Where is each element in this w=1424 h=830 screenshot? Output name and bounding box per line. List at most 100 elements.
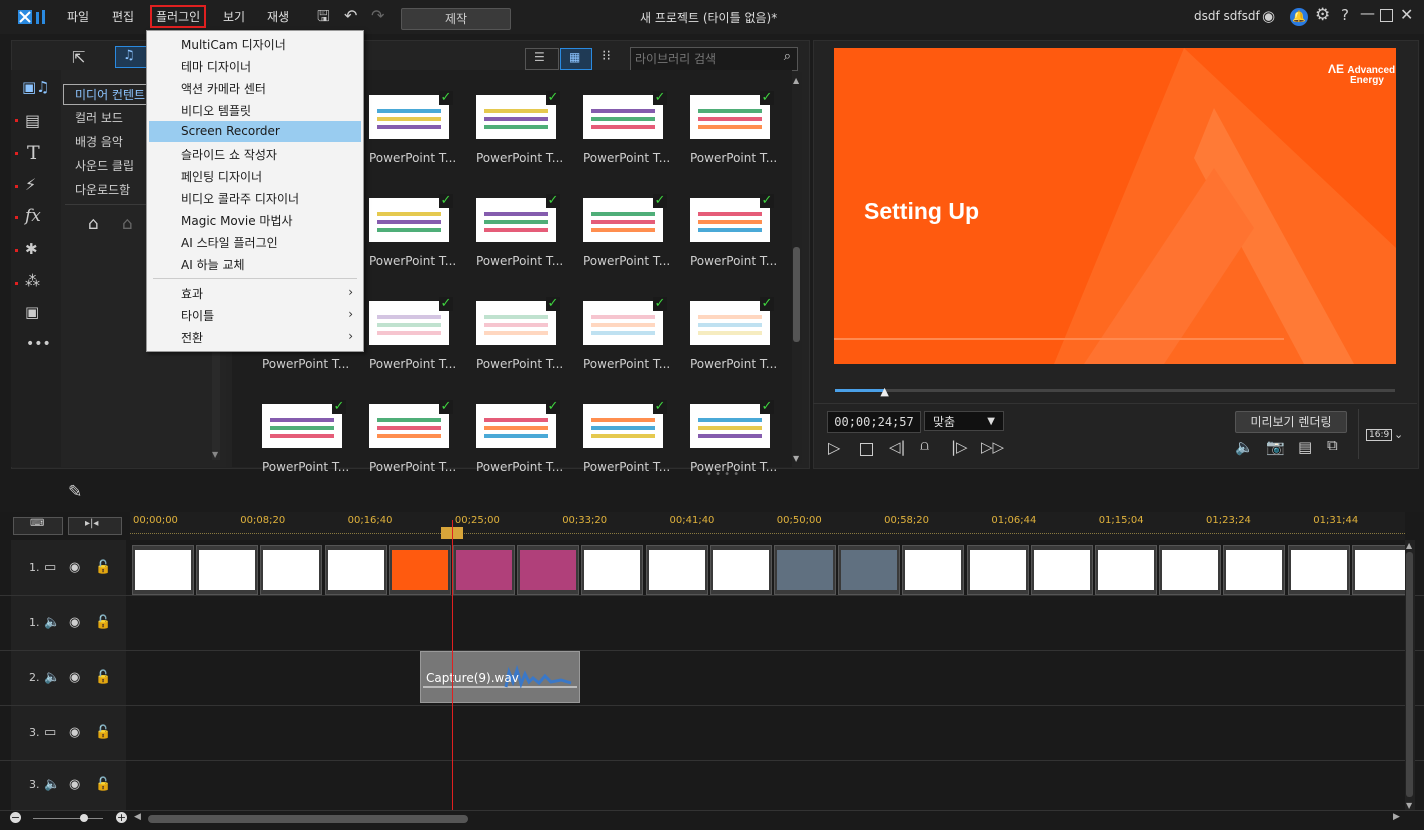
menu-plugin[interactable]: 플러그인 (150, 5, 207, 28)
menu-item-ai-style-plugin[interactable]: AI 스타일 플러그인 (181, 234, 278, 251)
lock-icon[interactable]: 🔓 (95, 615, 111, 630)
category-background-music[interactable]: 배경 음악 (75, 133, 123, 150)
media-thumbnail[interactable]: ✓ (583, 400, 667, 448)
lock-icon[interactable]: 🔓 (95, 777, 111, 792)
add-tag-icon[interactable]: ⌂ (88, 214, 99, 234)
timeline-hscroll-thumb[interactable] (148, 815, 468, 823)
visibility-eye-icon[interactable]: ◉ (69, 777, 80, 792)
previous-frame-icon[interactable]: ◁| (889, 438, 906, 456)
menu-item-magic-movie-wizard[interactable]: Magic Movie 마법사 (181, 212, 293, 229)
thumbnail-size-icon[interactable]: ⁝⁝ (602, 48, 611, 64)
title-room-icon[interactable]: T (27, 142, 40, 164)
preview-seek-bar[interactable] (835, 389, 1395, 392)
split-icon[interactable]: ⩍ (920, 438, 929, 454)
menu-playback[interactable]: 재생 (267, 8, 289, 25)
maximize-icon[interactable] (1380, 9, 1393, 22)
video-clip[interactable] (324, 545, 387, 595)
video-clip[interactable] (774, 545, 836, 595)
list-view-button[interactable]: ☰ (525, 48, 559, 70)
zoom-out-icon[interactable]: − (10, 812, 21, 823)
video-clip[interactable] (1223, 545, 1286, 595)
playhead-line[interactable] (452, 520, 453, 810)
scroll-down-icon[interactable]: ▼ (1406, 801, 1412, 810)
help-icon[interactable]: ? (1341, 6, 1349, 24)
video-clip[interactable] (1030, 545, 1093, 595)
notification-icon[interactable]: 🔔 (1290, 8, 1308, 26)
subtitle-icon[interactable]: ▤ (1298, 438, 1312, 456)
more-icon[interactable]: ••• (26, 336, 51, 352)
timeline-track[interactable] (0, 595, 1424, 651)
video-clip[interactable] (517, 545, 580, 595)
media-thumbnail[interactable]: ✓ (690, 297, 774, 345)
visibility-eye-icon[interactable]: ◉ (69, 615, 80, 630)
category-color-board[interactable]: 컬러 보드 (75, 109, 123, 126)
fast-forward-icon[interactable]: ▷▷ (981, 438, 1004, 456)
category-sound-clips[interactable]: 사운드 클립 (75, 157, 134, 174)
undo-icon[interactable]: ↶ (344, 6, 357, 25)
menu-item-video-template[interactable]: 비디오 템플릿 (181, 102, 251, 119)
user-name[interactable]: dsdf sdfsdf (1194, 9, 1260, 23)
timecode-display[interactable]: 00;00;24;57 (827, 411, 921, 433)
particle-room-icon[interactable]: ⁂ (25, 272, 40, 290)
next-frame-icon[interactable]: |▷ (951, 438, 968, 456)
media-thumbnail[interactable]: ✓ (583, 91, 667, 139)
video-clip[interactable] (388, 545, 451, 595)
audio-track-icon[interactable]: 🔈 (44, 670, 60, 685)
fit-timeline-button[interactable]: ⌨ (13, 517, 63, 535)
grid-scrollbar[interactable] (792, 72, 802, 464)
media-thumbnail[interactable]: ✓ (369, 194, 453, 242)
scroll-down-icon[interactable]: ▼ (793, 454, 799, 463)
play-icon[interactable]: ▷ (828, 438, 840, 457)
menu-view[interactable]: 보기 (223, 8, 245, 25)
audio-track-icon[interactable]: 🔈 (44, 777, 60, 792)
category-downloads[interactable]: 다운로드함 (75, 181, 130, 198)
video-track-icon[interactable]: ▭ (44, 560, 56, 575)
video-clip[interactable] (966, 545, 1029, 595)
volume-icon[interactable]: 🔈 (1235, 438, 1254, 456)
settings-icon[interactable]: ⚙ (1315, 5, 1330, 25)
visibility-eye-icon[interactable]: ◉ (69, 670, 80, 685)
video-track-icon[interactable]: ▭ (44, 725, 56, 740)
media-thumbnail[interactable]: ✓ (476, 194, 560, 242)
menu-item-titles[interactable]: 타이틀 (181, 307, 214, 324)
remove-tag-icon[interactable]: ⌂ (122, 214, 133, 234)
library-search-box[interactable]: ⌕ (630, 47, 798, 71)
video-clip[interactable] (1159, 545, 1222, 595)
audio-track-icon[interactable]: 🔈 (44, 615, 60, 630)
lock-icon[interactable]: 🔓 (95, 670, 111, 685)
menu-item-paint-designer[interactable]: 페인팅 디자이너 (181, 168, 262, 185)
account-icon[interactable]: ◉ (1262, 7, 1275, 25)
video-clip[interactable] (260, 545, 323, 595)
media-thumbnail[interactable]: ✓ (369, 297, 453, 345)
menu-item-action-camera-center[interactable]: 액션 카메라 센터 (181, 80, 266, 97)
video-clip[interactable] (581, 545, 644, 595)
video-clip[interactable] (453, 545, 515, 595)
media-thumbnail[interactable]: ✓ (583, 194, 667, 242)
subtitle-room-icon[interactable]: ▣ (25, 303, 39, 321)
library-search-input[interactable] (633, 50, 772, 68)
scroll-up-icon[interactable]: ▲ (1406, 541, 1412, 550)
grid-scrollbar-thumb[interactable] (793, 247, 800, 342)
media-room-tab[interactable]: ♫ (115, 46, 147, 68)
video-clip[interactable] (709, 545, 772, 595)
zoom-fit-select[interactable]: 맞춤 ▼ (924, 411, 1004, 431)
video-clip[interactable] (196, 545, 259, 595)
close-icon[interactable]: ✕ (1400, 5, 1413, 24)
menu-item-screen-recorder[interactable]: Screen Recorder (181, 124, 280, 138)
menu-item-transitions[interactable]: 전환 (181, 329, 203, 346)
video-clip[interactable] (1095, 545, 1157, 595)
zoom-slider[interactable] (33, 818, 103, 819)
visibility-eye-icon[interactable]: ◉ (69, 560, 80, 575)
external-preview-icon[interactable]: ⧉ (1327, 436, 1338, 454)
media-thumbnail[interactable]: ✓ (476, 91, 560, 139)
scroll-left-icon[interactable]: ◀ (134, 812, 141, 822)
panel-resize-handle[interactable]: • • • • (706, 469, 739, 480)
timeline-track[interactable] (0, 705, 1424, 761)
grid-view-button[interactable]: ▦ (560, 48, 592, 70)
timeline-vscroll[interactable] (1405, 540, 1415, 810)
media-thumbnail[interactable]: ✓ (583, 297, 667, 345)
edit-pen-icon[interactable]: ✎ (68, 482, 82, 502)
seek-handle[interactable]: ▲ (880, 385, 888, 398)
overlay-room-icon[interactable]: ✱ (25, 240, 38, 258)
media-thumbnail[interactable]: ✓ (262, 400, 346, 448)
